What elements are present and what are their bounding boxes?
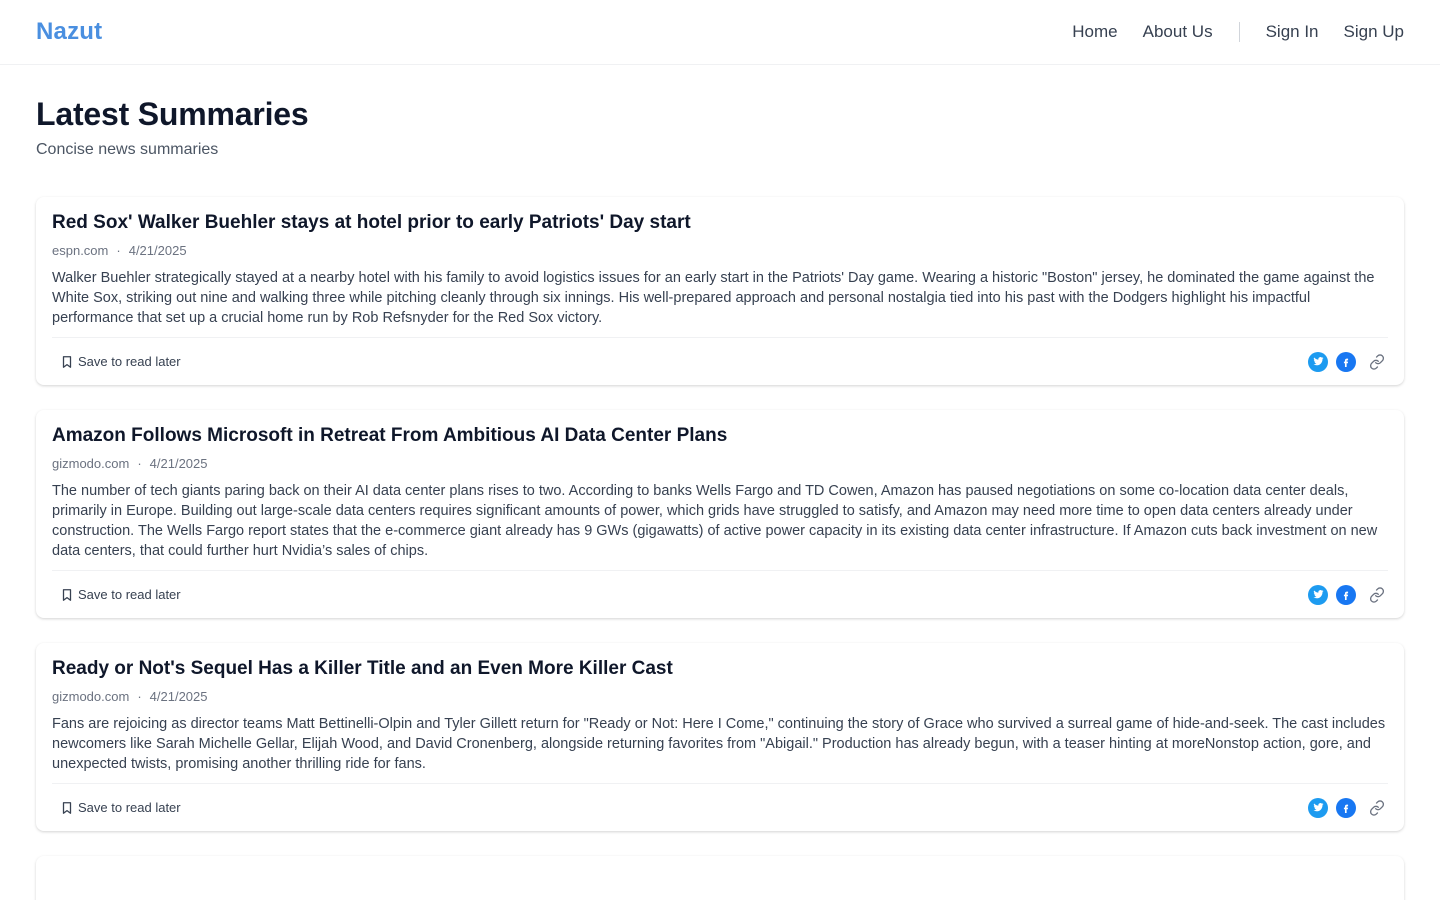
- article-title[interactable]: Ready or Not's Sequel Has a Killer Title…: [52, 657, 1388, 681]
- article-card: Red Sox' Walker Buehler stays at hotel p…: [36, 197, 1404, 385]
- sign-in-link[interactable]: Sign In: [1266, 22, 1319, 42]
- article-date: 4/21/2025: [128, 243, 187, 258]
- page-subtitle: Concise news summaries: [36, 141, 219, 158]
- meta-separator: ·: [137, 689, 142, 704]
- bookmark-icon: [62, 588, 72, 601]
- article-source: gizmodo.com: [52, 456, 130, 471]
- twitter-icon: [1312, 357, 1324, 366]
- share-facebook-button[interactable]: [1336, 584, 1356, 605]
- article-footer: Save to read later: [52, 338, 1388, 385]
- article-title[interactable]: Red Sox' Walker Buehler stays at hotel p…: [52, 211, 1388, 235]
- site-logo[interactable]: Nazut: [36, 18, 102, 46]
- article-meta: gizmodo.com · 4/21/2025: [52, 689, 1388, 705]
- article-card: Ready or Not's Sequel Has a Killer Title…: [36, 643, 1404, 831]
- article-date: 4/21/2025: [149, 689, 208, 704]
- copy-link-button[interactable]: [1366, 585, 1388, 605]
- nav-divider: [1238, 22, 1240, 42]
- twitter-icon: [1312, 590, 1324, 599]
- article-date: 4/21/2025: [149, 456, 208, 471]
- share-twitter-button[interactable]: [1308, 797, 1328, 818]
- article-card: Amazon Follows Microsoft in Retreat From…: [36, 410, 1404, 618]
- article-summary: Fans are rejoicing as director teams Mat…: [52, 714, 1388, 784]
- share-facebook-button[interactable]: [1336, 351, 1356, 372]
- main-content: Latest Summaries Concise news summaries …: [0, 65, 1440, 900]
- link-icon: [1369, 353, 1385, 370]
- article-footer: Save to read later: [52, 784, 1388, 831]
- twitter-icon: [1312, 803, 1324, 812]
- meta-separator: ·: [116, 243, 121, 258]
- save-label: Save to read later: [78, 800, 181, 815]
- meta-separator: ·: [137, 456, 142, 471]
- nav-about-link[interactable]: About Us: [1143, 22, 1213, 42]
- link-icon: [1369, 586, 1385, 603]
- article-source: espn.com: [52, 243, 109, 258]
- share-buttons: [1308, 351, 1388, 372]
- share-buttons: [1308, 584, 1388, 605]
- article-list: Red Sox' Walker Buehler stays at hotel p…: [36, 197, 1404, 900]
- nav-home-link[interactable]: Home: [1072, 22, 1117, 42]
- article-meta: gizmodo.com · 4/21/2025: [52, 456, 1388, 472]
- site-header: Nazut Home About Us Sign In Sign Up: [0, 0, 1440, 65]
- main-nav: Home About Us Sign In Sign Up: [1072, 0, 1404, 64]
- share-twitter-button[interactable]: [1308, 584, 1328, 605]
- share-facebook-button[interactable]: [1336, 797, 1356, 818]
- save-label: Save to read later: [78, 587, 181, 602]
- article-source: gizmodo.com: [52, 689, 130, 704]
- save-to-read-later-button[interactable]: Save to read later: [52, 583, 189, 606]
- article-meta: espn.com · 4/21/2025: [52, 243, 1388, 259]
- article-footer: Save to read later: [52, 571, 1388, 618]
- article-summary: Walker Buehler strategically stayed at a…: [52, 268, 1388, 338]
- article-card-partial: [36, 856, 1404, 900]
- facebook-icon: [1343, 591, 1349, 600]
- bookmark-icon: [62, 801, 72, 814]
- bookmark-icon: [62, 355, 72, 368]
- sign-up-link[interactable]: Sign Up: [1344, 22, 1404, 42]
- link-icon: [1369, 799, 1385, 816]
- save-label: Save to read later: [78, 354, 181, 369]
- save-to-read-later-button[interactable]: Save to read later: [52, 350, 189, 373]
- share-buttons: [1308, 797, 1388, 818]
- save-to-read-later-button[interactable]: Save to read later: [52, 796, 189, 819]
- copy-link-button[interactable]: [1366, 352, 1388, 372]
- facebook-icon: [1343, 358, 1349, 367]
- copy-link-button[interactable]: [1366, 798, 1388, 818]
- page-title: Latest Summaries: [36, 96, 309, 132]
- facebook-icon: [1343, 804, 1349, 813]
- article-title[interactable]: Amazon Follows Microsoft in Retreat From…: [52, 424, 1388, 448]
- article-summary: The number of tech giants paring back on…: [52, 481, 1388, 571]
- share-twitter-button[interactable]: [1308, 351, 1328, 372]
